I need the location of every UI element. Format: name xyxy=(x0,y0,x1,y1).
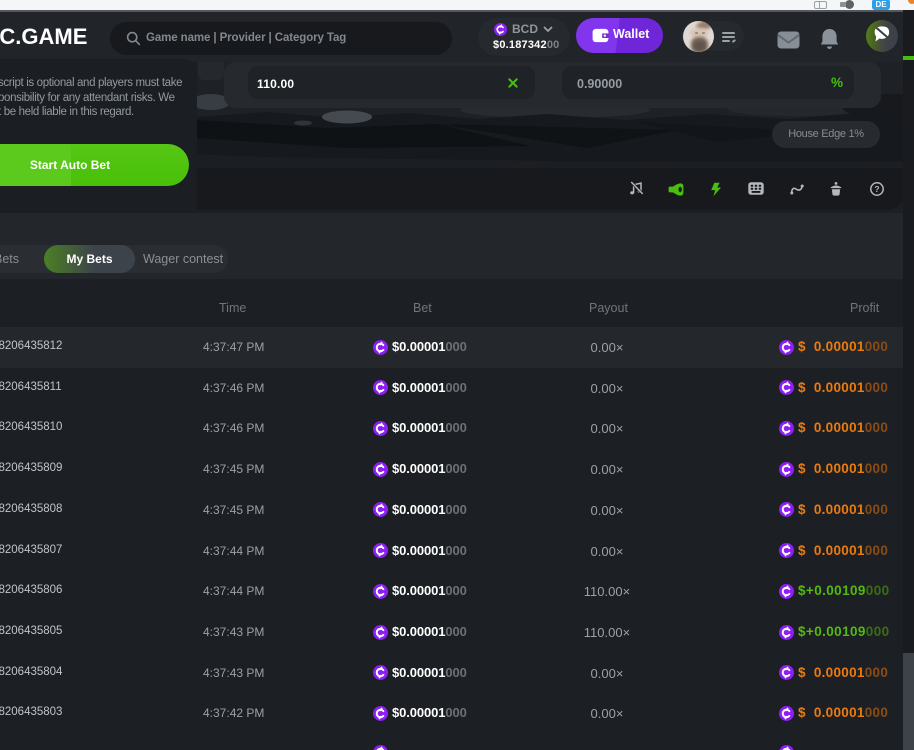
svg-text:?: ? xyxy=(874,184,879,194)
